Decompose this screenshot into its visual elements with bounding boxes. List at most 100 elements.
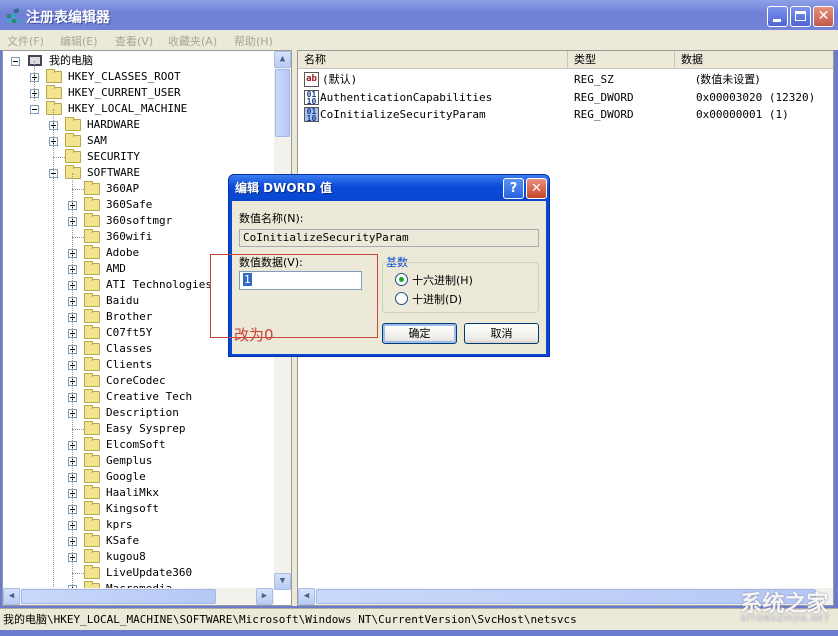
folder-icon (84, 501, 100, 515)
tree-node[interactable]: HKEY_CURRENT_USER (3, 85, 273, 101)
watermark: 系统之家 XITONGZHIJIA.NET (740, 586, 830, 623)
scroll-right-button[interactable]: ▶ (256, 588, 273, 605)
help-button[interactable]: ? (503, 178, 524, 199)
tree-node-label: Baidu (106, 294, 140, 307)
tree-node-label: kugou8 (106, 550, 146, 563)
tree-node-label: 360AP (106, 182, 140, 195)
scroll-up-button[interactable]: ▲ (274, 51, 291, 68)
tree-node-label: HKEY_CLASSES_ROOT (68, 70, 181, 83)
list-row-selected[interactable]: 01 10 CoInitializeSecurityParam REG_DWORD… (298, 106, 833, 123)
scroll-left-button[interactable]: ◀ (3, 588, 20, 605)
tree-node[interactable]: ElcomSoft (3, 437, 273, 453)
tree-node-label: CoreCodec (106, 374, 166, 387)
radio-hex-label[interactable]: 十六进制(H) (412, 272, 473, 288)
collapse-icon[interactable] (11, 57, 20, 66)
tree-node[interactable]: Kingsoft (3, 501, 273, 517)
dword-value-icon: 01 10 (304, 90, 319, 106)
tree-node[interactable]: SECURITY (3, 149, 273, 165)
tree-node[interactable]: Creative Tech (3, 389, 273, 405)
tree-guide-line (72, 173, 73, 591)
value-data: 0x00003020 (12320) (696, 91, 816, 104)
folder-icon (84, 213, 100, 227)
menu-help[interactable]: 帮助(H) (234, 33, 273, 49)
column-header-data[interactable]: 数据 (675, 51, 833, 69)
menu-favorites[interactable]: 收藏夹(A) (168, 33, 217, 49)
radio-decimal[interactable] (395, 292, 408, 305)
folder-icon (84, 229, 100, 243)
tree-node[interactable]: Google (3, 469, 273, 485)
close-icon: ✕ (531, 181, 542, 196)
tree-node[interactable]: KSafe (3, 533, 273, 549)
folder-icon (46, 85, 62, 99)
scroll-down-button[interactable]: ▼ (274, 573, 291, 590)
tree-node-label: C07ft5Y (106, 326, 153, 339)
value-data: 0x00000001 (1) (696, 108, 789, 121)
tree-node-label: HaaliMkx (106, 486, 159, 499)
list-row[interactable]: ab (默认) REG_SZ (数值未设置) (298, 71, 833, 88)
radio-decimal-label[interactable]: 十进制(D) (412, 291, 462, 307)
tree-node[interactable]: kugou8 (3, 549, 273, 565)
tree-node-label: Brother (106, 310, 153, 323)
tree-node[interactable]: 我的电脑 (3, 53, 273, 69)
ok-button[interactable]: 确定 (382, 323, 457, 344)
tree-node[interactable]: HKEY_LOCAL_MACHINE (3, 101, 273, 117)
maximize-button[interactable] (790, 6, 811, 27)
tree-node-label: ATI Technologies (106, 278, 212, 291)
hscroll-thumb[interactable] (21, 589, 216, 604)
value-type: REG_DWORD (574, 91, 634, 104)
tree-node[interactable]: SAM (3, 133, 273, 149)
menu-file[interactable]: 文件(F) (7, 33, 44, 49)
tree-horizontal-scrollbar[interactable]: ◀ ▶ (3, 588, 274, 605)
radio-hex[interactable] (395, 273, 408, 286)
minimize-button[interactable] (767, 6, 788, 27)
tree-node-label: 360Safe (106, 198, 153, 211)
folder-icon (84, 421, 100, 435)
status-bar: 我的电脑\HKEY_LOCAL_MACHINE\SOFTWARE\Microso… (0, 608, 838, 630)
tree-node[interactable]: Clients (3, 357, 273, 373)
tree-node[interactable]: kprs (3, 517, 273, 533)
folder-icon (84, 245, 100, 259)
scroll-thumb[interactable] (275, 69, 290, 137)
folder-icon (84, 261, 100, 275)
tree-node[interactable]: HaaliMkx (3, 485, 273, 501)
tree-guide-line (53, 109, 54, 591)
folder-icon (84, 437, 100, 451)
tree-node-label: KSafe (106, 534, 140, 547)
annotation-note: 改为0 (234, 326, 274, 344)
folder-icon (65, 149, 81, 163)
menu-view[interactable]: 查看(V) (115, 33, 153, 49)
tree-node-label: Description (106, 406, 179, 419)
column-header-name[interactable]: 名称 (298, 51, 568, 69)
tree-node[interactable]: CoreCodec (3, 373, 273, 389)
cancel-button[interactable]: 取消 (464, 323, 539, 344)
tree-guide-line (34, 61, 35, 101)
list-row[interactable]: 01 10 AuthenticationCapabilities REG_DWOR… (298, 89, 833, 106)
value-name: CoInitializeSecurityParam (320, 108, 486, 121)
dialog-close-button[interactable]: ✕ (526, 178, 547, 199)
tree-node-label: Adobe (106, 246, 140, 259)
scroll-left-button[interactable]: ◀ (298, 588, 315, 605)
collapse-icon[interactable] (30, 105, 39, 114)
computer-icon (28, 55, 42, 66)
tree-node-label: 360softmgr (106, 214, 173, 227)
dword-value-icon: 01 10 (304, 107, 319, 123)
tree-node[interactable]: Description (3, 405, 273, 421)
tree-node[interactable]: HARDWARE (3, 117, 273, 133)
tree-node-label: ElcomSoft (106, 438, 166, 451)
value-type: REG_DWORD (574, 108, 634, 121)
menu-edit[interactable]: 编辑(E) (60, 33, 98, 49)
column-header-type[interactable]: 类型 (568, 51, 675, 69)
tree-node[interactable]: LiveUpdate360 (3, 565, 273, 581)
folder-icon (84, 293, 100, 307)
tree-node[interactable]: Gemplus (3, 453, 273, 469)
value-name-label: 数值名称(N): (239, 212, 304, 225)
value-data: (数值未设置) (696, 73, 760, 86)
window-title: 注册表编辑器 (26, 10, 110, 26)
close-button[interactable]: ✕ (813, 6, 834, 27)
tree-node-label: 360wifi (106, 230, 153, 243)
tree-node[interactable]: HKEY_CLASSES_ROOT (3, 69, 273, 85)
tree-node-label: Google (106, 470, 146, 483)
folder-icon (84, 549, 100, 563)
tree-node[interactable]: Easy Sysprep (3, 421, 273, 437)
folder-icon (84, 181, 100, 195)
